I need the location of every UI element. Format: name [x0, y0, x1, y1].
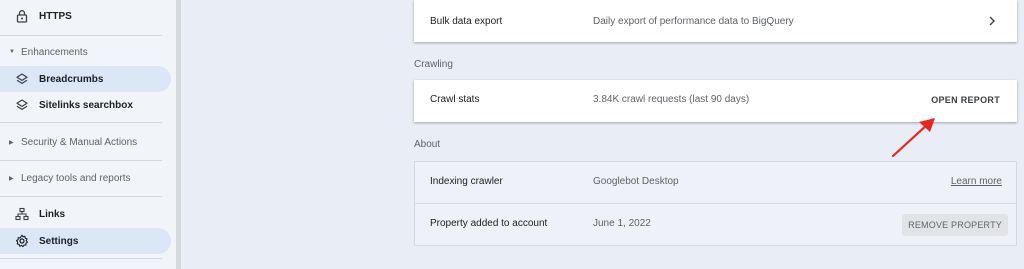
annotation-arrow-icon [891, 118, 935, 158]
setting-value: Daily export of performance data to BigQ… [593, 16, 794, 27]
property-added-row: Property added to account June 1, 2022 R… [415, 204, 1018, 246]
section-label: Enhancements [21, 46, 88, 58]
learn-more-link[interactable]: Learn more [951, 176, 1002, 187]
sidebar-item-breadcrumbs[interactable]: Breadcrumbs [0, 66, 171, 92]
section-label: Security & Manual Actions [21, 136, 138, 148]
sidebar-section-security[interactable]: ▶ Security & Manual Actions [0, 132, 171, 152]
open-report-button[interactable]: OPEN REPORT [931, 95, 1000, 105]
sidebar-item-settings[interactable]: Settings [0, 228, 171, 254]
sidebar-divider [0, 160, 162, 161]
setting-name: Indexing crawler [430, 176, 503, 187]
layers-icon [16, 73, 28, 84]
caret-right-icon: ▶ [9, 139, 14, 146]
sidebar-item-label: HTTPS [39, 10, 72, 22]
sidebar-item-label: Settings [39, 235, 79, 247]
setting-name: Bulk data export [430, 16, 503, 27]
indexing-crawler-row: Indexing crawler Googlebot Desktop Learn… [415, 162, 1018, 204]
layers-icon [16, 99, 28, 110]
sidebar-section-legacy[interactable]: ▶ Legacy tools and reports [0, 168, 171, 188]
bulk-export-row[interactable]: Bulk data export Daily export of perform… [414, 0, 1017, 42]
sidebar-item-sitelinks-searchbox[interactable]: Sitelinks searchbox [0, 92, 171, 118]
caret-down-icon: ▼ [9, 49, 15, 55]
section-heading-about: About [414, 139, 441, 150]
sidebar-divider [0, 196, 162, 197]
bulk-export-card[interactable]: Bulk data export Daily export of perform… [414, 0, 1017, 42]
sidebar-item-links[interactable]: Links [0, 201, 171, 227]
setting-name: Property added to account [430, 218, 548, 229]
sidebar-section-enhancements[interactable]: ▼ Enhancements [0, 42, 171, 62]
caret-right-icon: ▶ [9, 175, 14, 182]
sidebar-item-label: Links [39, 208, 66, 220]
sidebar-divider [0, 35, 162, 36]
sidebar-divider [0, 258, 162, 259]
sidebar-item-label: Breadcrumbs [39, 73, 104, 85]
about-panel: Indexing crawler Googlebot Desktop Learn… [414, 161, 1017, 246]
sidebar: HTTPS ▼ Enhancements Breadcrumbs Sitelin… [0, 0, 176, 269]
sidebar-item-label: Sitelinks searchbox [39, 99, 133, 111]
setting-name: Crawl stats [430, 94, 480, 105]
sidebar-item-https[interactable]: HTTPS [0, 3, 171, 29]
section-label: Legacy tools and reports [21, 172, 131, 184]
sidebar-divider [0, 122, 162, 123]
remove-property-button[interactable]: REMOVE PROPERTY [902, 214, 1008, 236]
setting-value: 3.84K crawl requests (last 90 days) [593, 94, 750, 105]
setting-value: Googlebot Desktop [593, 176, 679, 187]
section-heading-crawling: Crawling [414, 59, 453, 70]
lock-icon [16, 10, 28, 23]
sidebar-scrollbar[interactable] [176, 0, 181, 269]
chevron-right-icon[interactable] [987, 14, 997, 28]
sitemap-icon [15, 207, 29, 221]
gear-icon [15, 234, 29, 248]
setting-value: June 1, 2022 [593, 218, 651, 229]
